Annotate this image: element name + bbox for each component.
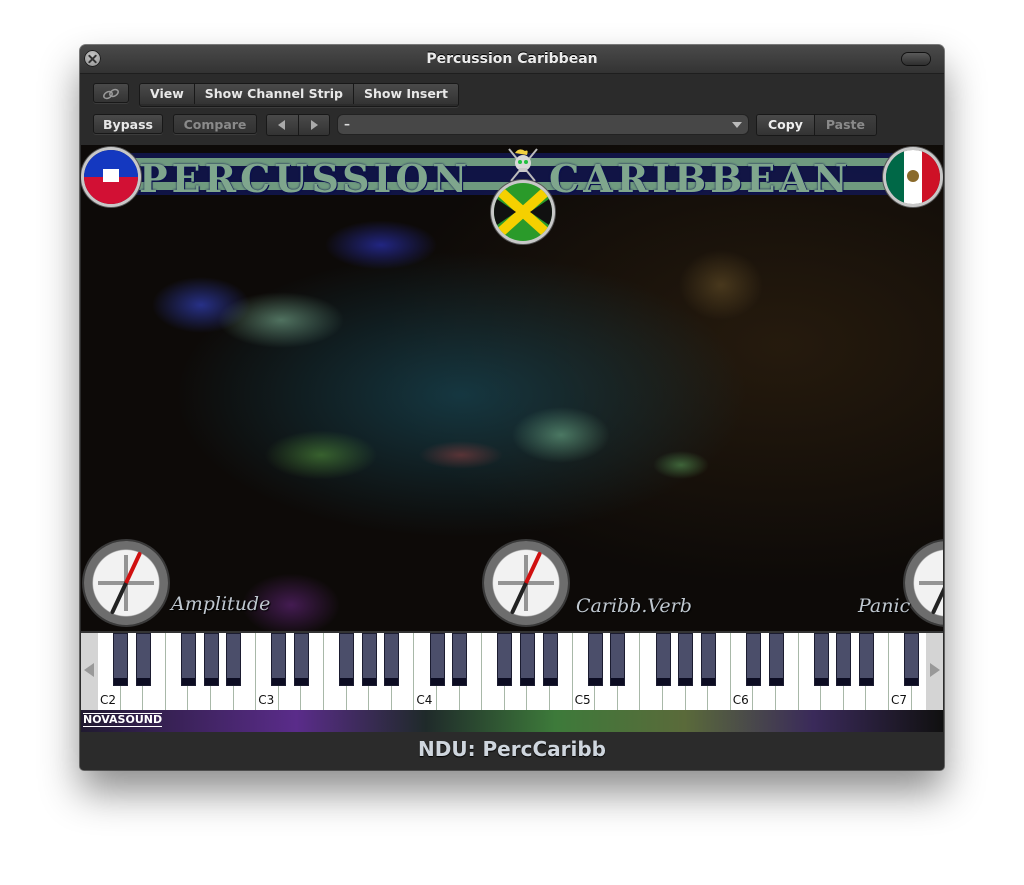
bypass-button[interactable]: Bypass bbox=[93, 114, 163, 134]
piano-black-key[interactable] bbox=[655, 633, 671, 686]
piano-black-key[interactable] bbox=[384, 633, 400, 686]
view-menu-button[interactable]: View bbox=[140, 84, 195, 104]
next-preset-button[interactable] bbox=[298, 115, 329, 135]
piano-black-key[interactable] bbox=[858, 633, 874, 686]
piano-black-key[interactable] bbox=[587, 633, 603, 686]
compass-star bbox=[919, 581, 943, 585]
plugin-name-label: NDU: PercCaribb bbox=[417, 737, 606, 761]
previous-preset-button[interactable] bbox=[267, 115, 299, 135]
plugin-footer: NDU: PercCaribb bbox=[80, 732, 944, 770]
octave-label: C2 bbox=[100, 693, 117, 707]
piano-black-key[interactable] bbox=[293, 633, 309, 686]
flag-triangle bbox=[530, 197, 552, 227]
caribb-verb-label: Caribb.Verb bbox=[576, 595, 692, 617]
piano-black-key[interactable] bbox=[113, 633, 129, 686]
piano-black-key[interactable] bbox=[745, 633, 761, 686]
piano-black-key[interactable] bbox=[271, 633, 287, 686]
piano-keys[interactable]: C2 C3 C4 C5 C6 C7 bbox=[98, 633, 935, 710]
keyboard-scroll-right-button[interactable] bbox=[926, 633, 943, 710]
piano-black-key[interactable] bbox=[497, 633, 513, 686]
piano-keyboard[interactable]: C2 C3 C4 C5 C6 C7 bbox=[81, 631, 943, 710]
octave-label: C4 bbox=[416, 693, 433, 707]
show-insert-label: Show Insert bbox=[363, 86, 448, 101]
preset-value: – bbox=[344, 117, 350, 131]
show-channel-strip-label: Show Channel Strip bbox=[204, 86, 343, 101]
piano-black-key[interactable] bbox=[135, 633, 151, 686]
copy-paste-group: Copy Paste bbox=[756, 114, 878, 136]
preset-dropdown[interactable]: – bbox=[338, 115, 748, 134]
caribb-verb-knob[interactable] bbox=[484, 541, 568, 625]
banner-title-left: PERCUSSION bbox=[139, 156, 472, 201]
link-button[interactable] bbox=[93, 83, 129, 103]
view-menu-group: View Show Channel Strip Show Insert bbox=[139, 83, 459, 107]
copy-button[interactable]: Copy bbox=[757, 115, 815, 135]
amplitude-knob[interactable] bbox=[84, 541, 168, 625]
piano-black-key[interactable] bbox=[339, 633, 355, 686]
plugin-toolbar: View Show Channel Strip Show Insert Bypa… bbox=[80, 74, 944, 144]
piano-black-key[interactable] bbox=[542, 633, 558, 686]
piano-black-key[interactable] bbox=[180, 633, 196, 686]
piano-black-key[interactable] bbox=[361, 633, 377, 686]
chevron-down-icon bbox=[732, 122, 742, 128]
toolbar-toggle-button[interactable] bbox=[902, 53, 930, 65]
panic-label: Panic bbox=[858, 595, 911, 617]
novasound-logo: NOVASOUND bbox=[83, 713, 163, 727]
show-channel-strip-button[interactable]: Show Channel Strip bbox=[194, 84, 354, 104]
show-insert-button[interactable]: Show Insert bbox=[353, 84, 458, 104]
octave-label: C7 bbox=[891, 693, 908, 707]
view-label: View bbox=[150, 86, 184, 101]
paste-button[interactable]: Paste bbox=[814, 115, 877, 135]
keyboard-scroll-left-button[interactable] bbox=[81, 633, 98, 710]
footer-artwork-strip: NOVASOUND bbox=[81, 710, 943, 732]
chain-link-icon bbox=[103, 88, 119, 100]
octave-label: C5 bbox=[574, 693, 591, 707]
piano-black-key[interactable] bbox=[813, 633, 829, 686]
piano-black-key[interactable] bbox=[429, 633, 445, 686]
plugin-window: Percussion Caribbean View Show Channel S… bbox=[80, 45, 944, 770]
haiti-flag-icon bbox=[84, 150, 138, 204]
amplitude-label: Amplitude bbox=[171, 593, 271, 615]
piano-black-key[interactable] bbox=[203, 633, 219, 686]
piano-black-key[interactable] bbox=[610, 633, 626, 686]
jamaica-flag-icon bbox=[494, 183, 552, 241]
piano-black-key[interactable] bbox=[904, 633, 920, 686]
piano-black-key[interactable] bbox=[678, 633, 694, 686]
octave-label: C6 bbox=[732, 693, 749, 707]
piano-black-key[interactable] bbox=[452, 633, 468, 686]
title-bar[interactable]: Percussion Caribbean bbox=[80, 45, 944, 74]
piano-black-key[interactable] bbox=[768, 633, 784, 686]
piano-black-key[interactable] bbox=[519, 633, 535, 686]
mexico-flag-icon bbox=[886, 150, 940, 204]
piano-black-key[interactable] bbox=[700, 633, 716, 686]
skull-icon bbox=[508, 148, 538, 182]
plugin-interface: PERCUSSION CARIBBEAN Amplitude Caribb.Ve… bbox=[81, 145, 943, 732]
octave-label: C3 bbox=[258, 693, 275, 707]
window-title: Percussion Caribbean bbox=[426, 51, 598, 67]
flag-triangle bbox=[494, 197, 516, 227]
piano-black-key[interactable] bbox=[226, 633, 242, 686]
compare-button[interactable]: Compare bbox=[173, 114, 257, 134]
piano-black-key[interactable] bbox=[836, 633, 852, 686]
banner-title-right: CARIBBEAN bbox=[549, 156, 852, 201]
preset-nav bbox=[266, 114, 330, 136]
